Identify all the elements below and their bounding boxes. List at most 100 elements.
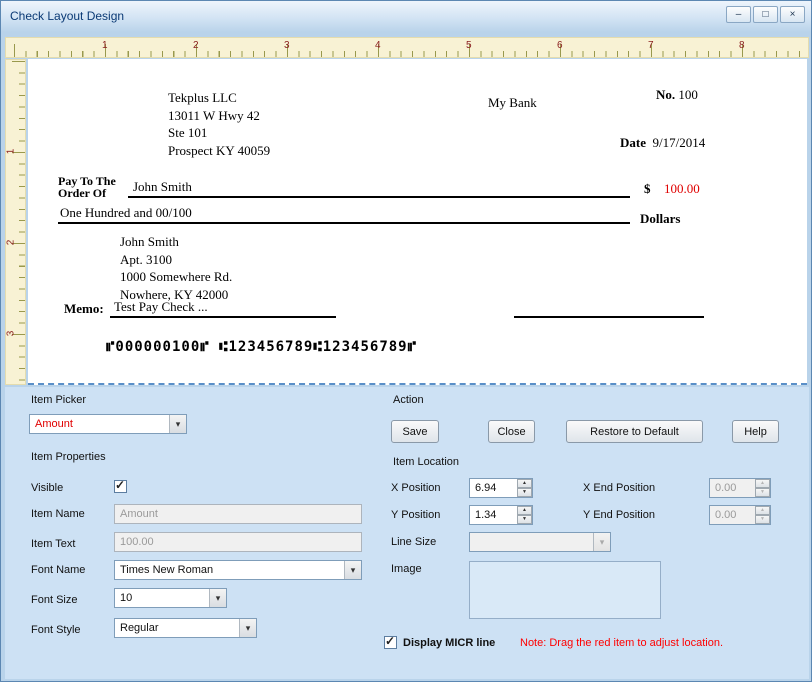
- minimize-button[interactable]: –: [726, 6, 751, 23]
- ruler-number: 5: [466, 40, 472, 51]
- ruler-number: 3: [284, 40, 290, 51]
- ruler-number: 7: [648, 40, 654, 51]
- spin-up-icon[interactable]: ▲: [517, 506, 532, 515]
- ruler-number: 1: [5, 148, 17, 155]
- close-button[interactable]: ×: [780, 6, 805, 23]
- window-controls: – □ ×: [726, 6, 805, 23]
- payee-address-item[interactable]: John Smith Apt. 3100 1000 Somewhere Rd. …: [120, 233, 232, 303]
- check-icon: ✓: [385, 634, 396, 648]
- memo-label-item[interactable]: Memo:: [64, 301, 104, 317]
- check-icon: ✓: [115, 478, 126, 492]
- date-value: 9/17/2014: [652, 135, 706, 150]
- font-size-dropdown[interactable]: 10 ▾: [114, 588, 227, 608]
- x-position-value[interactable]: 6.94: [470, 479, 517, 497]
- item-picker-dropdown[interactable]: Amount ▾: [29, 414, 187, 434]
- help-button[interactable]: Help: [732, 420, 779, 443]
- image-box: [469, 561, 661, 619]
- spin-down-icon[interactable]: ▼: [517, 488, 532, 497]
- chevron-down-icon[interactable]: ▾: [209, 589, 226, 607]
- titlebar[interactable]: Check Layout Design – □ ×: [1, 1, 811, 32]
- horizontal-ruler: 1 2 3 4 5 6 7 8: [5, 37, 809, 58]
- chevron-down-icon[interactable]: ▾: [169, 415, 186, 433]
- memo-value-item[interactable]: Test Pay Check ...: [110, 299, 336, 318]
- date-item[interactable]: Date 9/17/2014: [620, 135, 705, 151]
- close-action-button[interactable]: Close: [488, 420, 535, 443]
- save-button[interactable]: Save: [391, 420, 439, 443]
- chevron-down-icon[interactable]: ▾: [239, 619, 256, 637]
- ruler-number: 8: [739, 40, 745, 51]
- maximize-button[interactable]: □: [753, 6, 778, 23]
- check-preview[interactable]: Tekplus LLC 13011 W Hwy 42 Ste 101 Prosp…: [28, 59, 807, 385]
- x-position-spinner[interactable]: 6.94 ▲ ▼: [469, 478, 533, 498]
- ruler-number: 2: [193, 40, 199, 51]
- spin-up-icon: ▲: [755, 479, 770, 488]
- item-location-label: Item Location: [393, 456, 460, 468]
- y-end-position-value: 0.00: [715, 509, 737, 521]
- image-label: Image: [391, 563, 422, 575]
- chevron-down-icon: ▾: [593, 533, 610, 551]
- line-size-dropdown: ▾: [469, 532, 611, 552]
- item-text-label: Item Text: [31, 538, 76, 550]
- currency-symbol-item[interactable]: $: [644, 181, 651, 197]
- spin-down-icon[interactable]: ▼: [517, 515, 532, 524]
- check-number-value: 100: [678, 87, 698, 102]
- spin-down-icon: ▼: [755, 515, 770, 524]
- line-size-value: [470, 533, 593, 551]
- minimize-icon: –: [735, 9, 742, 20]
- amount-words-item[interactable]: One Hundred and 00/100: [58, 205, 630, 224]
- x-end-position-spinner: 0.00 ▲ ▼: [709, 478, 771, 498]
- visible-checkbox[interactable]: ✓: [114, 478, 127, 493]
- item-properties-label: Item Properties: [31, 451, 106, 463]
- font-style-value: Regular: [120, 622, 159, 634]
- signature-line-item[interactable]: [514, 299, 704, 318]
- display-micr-checkbox[interactable]: ✓: [384, 634, 397, 649]
- restore-default-button[interactable]: Restore to Default: [566, 420, 703, 443]
- ruler-number: 1: [102, 40, 108, 51]
- control-panel: Item Picker Amount ▾ Item Properties Vis…: [5, 387, 809, 679]
- payee-name-item[interactable]: John Smith: [128, 179, 630, 198]
- drag-note: Note: Drag the red item to adjust locati…: [520, 637, 723, 649]
- close-icon: ×: [789, 9, 796, 20]
- display-micr-label: Display MICR line: [403, 637, 496, 649]
- y-position-label: Y Position: [391, 509, 441, 521]
- spin-down-icon: ▼: [755, 488, 770, 497]
- item-picker-label: Item Picker: [31, 394, 87, 406]
- check-layout-design-window: Check Layout Design – □ × 1 2 3 4 5 6 7 …: [0, 0, 812, 682]
- font-name-dropdown[interactable]: Times New Roman ▾: [114, 560, 362, 580]
- x-end-position-value: 0.00: [715, 482, 737, 494]
- date-label: Date: [620, 135, 646, 150]
- line-size-label: Line Size: [391, 536, 437, 548]
- ruler-number: 3: [5, 330, 17, 337]
- dollars-label-item[interactable]: Dollars: [640, 211, 680, 227]
- item-name-label: Item Name: [31, 508, 85, 520]
- font-size-label: Font Size: [31, 594, 78, 606]
- vertical-ruler: 1 2 3: [5, 59, 26, 385]
- ruler-number: 2: [5, 239, 17, 246]
- item-text-field[interactable]: [114, 532, 362, 552]
- maximize-icon: □: [762, 9, 769, 20]
- spin-up-icon[interactable]: ▲: [517, 479, 532, 488]
- y-position-value[interactable]: 1.34: [470, 506, 517, 524]
- item-picker-value: Amount: [35, 418, 73, 430]
- check-number-item[interactable]: No. 100: [656, 87, 698, 103]
- ruler-number: 6: [557, 40, 563, 51]
- micr-line-item[interactable]: ⑈000000100⑈ ⑆123456789⑆123456789⑈: [106, 339, 417, 355]
- spin-up-icon: ▲: [755, 506, 770, 515]
- visible-label: Visible: [31, 482, 64, 494]
- y-position-spinner[interactable]: 1.34 ▲ ▼: [469, 505, 533, 525]
- x-end-position-label: X End Position: [583, 482, 656, 494]
- chevron-down-icon[interactable]: ▾: [344, 561, 361, 579]
- check-number-label: No.: [656, 87, 676, 102]
- bank-name-item[interactable]: My Bank: [488, 95, 537, 111]
- font-size-value: 10: [120, 592, 133, 604]
- x-position-label: X Position: [391, 482, 441, 494]
- y-end-position-spinner: 0.00 ▲ ▼: [709, 505, 771, 525]
- company-address-item[interactable]: Tekplus LLC 13011 W Hwy 42 Ste 101 Prosp…: [168, 89, 270, 159]
- font-name-label: Font Name: [31, 564, 86, 576]
- font-style-label: Font Style: [31, 624, 81, 636]
- item-name-field[interactable]: [114, 504, 362, 524]
- pay-to-label-item[interactable]: Pay To The Order Of: [58, 175, 116, 199]
- amount-item[interactable]: 100.00: [664, 181, 700, 197]
- font-style-dropdown[interactable]: Regular ▾: [114, 618, 257, 638]
- y-end-position-label: Y End Position: [583, 509, 655, 521]
